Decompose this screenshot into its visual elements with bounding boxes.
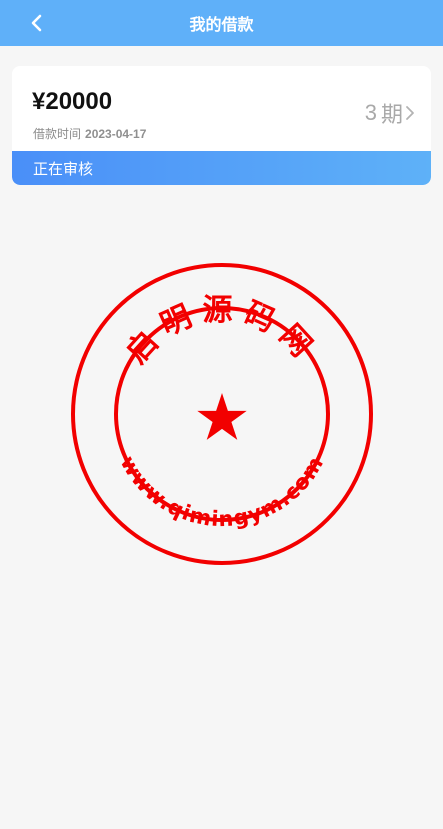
star-icon: [197, 393, 247, 440]
loan-date-row: 借款时间 2023-04-17: [33, 125, 146, 142]
chevron-right-icon: [405, 105, 415, 121]
loan-date-label: 借款时间: [33, 127, 82, 141]
loan-date-value: 2023-04-17: [85, 127, 147, 141]
status-bar: 正在审核: [12, 151, 431, 185]
top-nav-bar: 我的借款: [0, 0, 443, 46]
loan-card[interactable]: ¥20000 借款时间 2023-04-17 3 期 正在审核: [12, 66, 431, 185]
seal-bottom-text: www.qimingym.com: [116, 452, 329, 532]
seal-top-text: 启明源码网: [119, 293, 324, 370]
watermark-seal: 启明源码网 www.qimingym.com: [71, 263, 373, 565]
loan-periods: 3 期: [365, 97, 415, 129]
loan-status: 正在审核: [33, 159, 94, 178]
loan-amount: ¥20000: [32, 88, 113, 115]
periods-number: 3: [364, 100, 377, 125]
page-title: 我的借款: [189, 15, 254, 34]
periods-unit: 期: [380, 103, 403, 128]
